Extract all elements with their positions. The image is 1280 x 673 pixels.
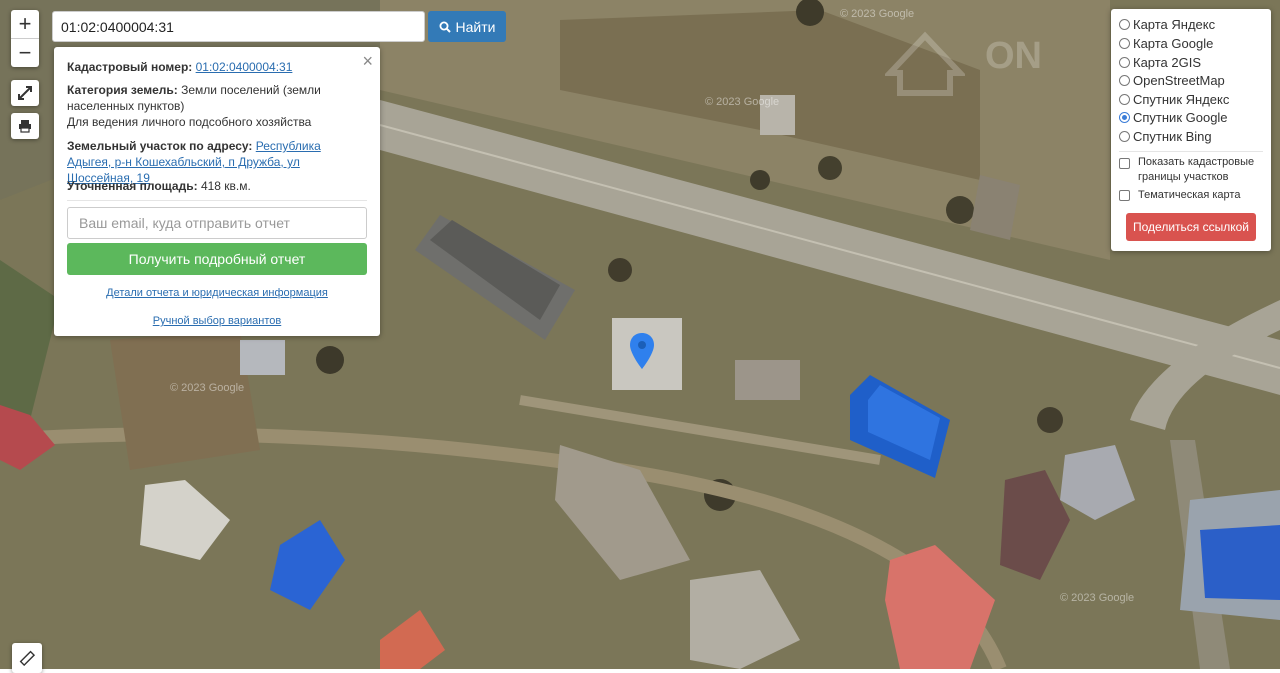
layer-option-label: Карта Яндекс bbox=[1133, 16, 1216, 32]
map-copyright: © 2023 Google bbox=[840, 8, 915, 20]
search-button[interactable]: Найти bbox=[428, 11, 506, 42]
zoom-control: + − bbox=[11, 10, 39, 67]
cadastral-number-link[interactable]: 01:02:0400004:31 bbox=[196, 60, 293, 74]
layer-option-label: Карта Google bbox=[1133, 35, 1214, 51]
fullscreen-button[interactable] bbox=[11, 80, 39, 106]
land-category-label: Категория земель: bbox=[67, 83, 178, 97]
radio-button-selected[interactable] bbox=[1119, 111, 1130, 123]
radio-button[interactable] bbox=[1119, 130, 1130, 142]
address-label: Земельный участок по адресу: bbox=[67, 139, 253, 153]
land-category-row: Категория земель: Земли поселений (земли… bbox=[67, 82, 367, 114]
printer-icon bbox=[19, 120, 31, 133]
cadastral-search-input[interactable] bbox=[52, 11, 425, 42]
show-cadastral-toggle[interactable]: Показать кадастровые границы участков bbox=[1119, 155, 1259, 185]
area-label: Уточненная площадь: bbox=[67, 179, 198, 193]
layer-option-label: Спутник Google bbox=[1133, 109, 1228, 125]
area-row: Уточненная площадь: 418 кв.м. bbox=[67, 178, 367, 194]
get-report-button[interactable]: Получить подробный отчет bbox=[67, 243, 367, 275]
radio-button[interactable] bbox=[1119, 37, 1130, 49]
checkbox[interactable] bbox=[1119, 158, 1130, 169]
manual-selection-link[interactable]: Ручной выбор вариантов bbox=[67, 315, 367, 327]
layer-option-google-satellite[interactable]: Спутник Google bbox=[1119, 108, 1228, 126]
layer-divider bbox=[1119, 151, 1263, 152]
layer-option-bing-satellite[interactable]: Спутник Bing bbox=[1119, 127, 1212, 145]
radio-button[interactable] bbox=[1119, 93, 1130, 105]
brand-watermark: ON bbox=[985, 35, 1042, 77]
map-copyright: © 2023 Google bbox=[170, 382, 245, 394]
radio-button[interactable] bbox=[1119, 56, 1130, 68]
thematic-map-toggle[interactable]: Тематическая карта bbox=[1119, 188, 1240, 203]
show-cadastral-label: Показать кадастровые границы участков bbox=[1138, 156, 1255, 183]
cadastral-number-label: Кадастровый номер: bbox=[67, 60, 193, 74]
checkbox[interactable] bbox=[1119, 190, 1130, 201]
area-value: 418 кв.м. bbox=[200, 179, 251, 193]
search-button-label: Найти bbox=[455, 18, 496, 35]
cadastral-number-row: Кадастровый номер: 01:02:0400004:31 bbox=[67, 59, 367, 75]
layer-option-label: Спутник Bing bbox=[1133, 128, 1212, 144]
parcel-info-popup: × Кадастровый номер: 01:02:0400004:31 Ка… bbox=[54, 47, 380, 336]
share-link-button[interactable]: Поделиться ссылкой bbox=[1126, 213, 1256, 241]
zoom-in-button[interactable]: + bbox=[11, 10, 39, 38]
radio-button[interactable] bbox=[1119, 18, 1130, 30]
layer-option-2gis-map[interactable]: Карта 2GIS bbox=[1119, 53, 1201, 71]
thematic-map-label: Тематическая карта bbox=[1138, 189, 1241, 201]
home-logo-watermark bbox=[885, 31, 965, 96]
expand-icon bbox=[18, 86, 32, 100]
report-details-link[interactable]: Детали отчета и юридическая информация bbox=[67, 287, 367, 299]
ruler-icon bbox=[19, 650, 35, 666]
map-copyright: © 2023 Google bbox=[705, 96, 780, 108]
print-button[interactable] bbox=[11, 113, 39, 139]
layer-option-google-map[interactable]: Карта Google bbox=[1119, 34, 1213, 52]
map-marker-icon[interactable] bbox=[630, 333, 654, 369]
layer-option-label: Спутник Яндекс bbox=[1133, 91, 1230, 107]
layer-option-openstreetmap[interactable]: OpenStreetMap bbox=[1119, 71, 1225, 89]
zoom-out-button[interactable]: − bbox=[11, 38, 39, 67]
radio-button[interactable] bbox=[1119, 74, 1130, 86]
layer-switcher: Карта Яндекс Карта Google Карта 2GIS Ope… bbox=[1111, 9, 1271, 251]
search-icon bbox=[439, 21, 451, 33]
layer-option-label: Карта 2GIS bbox=[1133, 54, 1202, 70]
popup-divider bbox=[67, 200, 367, 201]
land-usage: Для ведения личного подсобного хозяйства bbox=[67, 115, 312, 129]
layer-option-yandex-map[interactable]: Карта Яндекс bbox=[1119, 15, 1215, 33]
layer-option-yandex-satellite[interactable]: Спутник Яндекс bbox=[1119, 90, 1229, 108]
layer-option-label: OpenStreetMap bbox=[1133, 72, 1225, 88]
map-copyright: © 2023 Google bbox=[1060, 592, 1135, 604]
email-field[interactable] bbox=[67, 207, 367, 239]
